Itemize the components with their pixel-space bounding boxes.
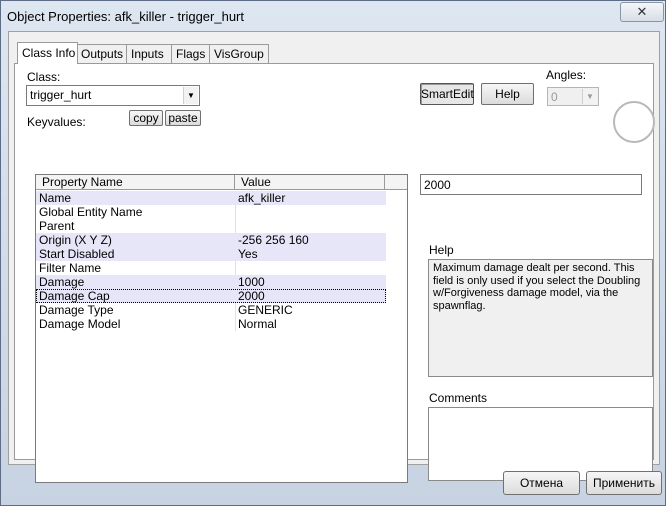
property-name: Origin (X Y Z) [39, 233, 112, 247]
comments-label: Comments [429, 391, 488, 405]
tab-class-info[interactable]: Class Info [17, 42, 78, 64]
property-name: Damage Cap [39, 289, 110, 303]
property-value: Yes [238, 247, 258, 261]
chevron-down-icon[interactable]: ▼ [183, 87, 198, 104]
value-edit-text: 2000 [424, 178, 451, 192]
paste-button[interactable]: paste [165, 110, 201, 126]
tab-outputs[interactable]: Outputs [76, 44, 129, 63]
table-row[interactable]: Parent [36, 219, 386, 233]
property-name: Parent [39, 219, 75, 233]
close-button[interactable]: ✕ [620, 2, 664, 22]
tab-flags[interactable]: Flags [171, 44, 211, 63]
property-name: Filter Name [39, 261, 102, 275]
property-name: Damage Type [39, 303, 114, 317]
property-value: GENERIC [238, 303, 293, 317]
help-text-box: Maximum damage dealt per second. This fi… [428, 259, 653, 377]
dialog-panel: Class Info Outputs Inputs Flags VisGroup… [8, 31, 660, 483]
property-name: Name [39, 191, 72, 205]
grid-header: Property Name Value [36, 175, 407, 191]
table-row[interactable]: Name afk_killer [36, 191, 386, 205]
table-row-selected[interactable]: Damage Cap 2000 [36, 289, 386, 303]
class-info-page: Class: trigger_hurt ▼ Keyvalues: copy pa… [14, 63, 655, 483]
property-name: Damage [39, 275, 85, 289]
table-row[interactable]: Global Entity Name [36, 205, 386, 219]
property-value: -256 256 160 [238, 233, 309, 247]
cancel-button[interactable]: Отмена [503, 471, 580, 495]
tab-visgroup[interactable]: VisGroup [209, 44, 269, 63]
title-bar[interactable]: Object Properties: afk_killer - trigger_… [1, 1, 665, 31]
close-icon: ✕ [636, 4, 648, 19]
copy-button[interactable]: copy [129, 110, 163, 126]
table-row[interactable]: Damage Model Normal [36, 317, 386, 331]
property-value: 1000 [238, 275, 265, 289]
angles-dial[interactable] [613, 101, 655, 143]
object-properties-window: Object Properties: afk_killer - trigger_… [0, 0, 666, 506]
apply-button[interactable]: Применить [586, 471, 662, 495]
column-header-filler [385, 175, 407, 190]
chevron-down-icon[interactable]: ▼ [582, 89, 597, 104]
comments-textarea[interactable] [428, 407, 653, 481]
column-header-property[interactable]: Property Name [36, 175, 235, 190]
value-edit-field[interactable]: 2000 [420, 174, 642, 195]
property-name: Damage Model [39, 317, 121, 331]
column-header-value[interactable]: Value [235, 175, 385, 190]
window-title: Object Properties: afk_killer - trigger_… [7, 9, 244, 24]
property-value: afk_killer [238, 191, 286, 205]
table-row[interactable]: Filter Name [36, 261, 386, 275]
help-label: Help [429, 243, 454, 257]
angles-value: 0 [551, 90, 558, 104]
property-name: Global Entity Name [39, 205, 143, 219]
table-row[interactable]: Damage 1000 [36, 275, 386, 289]
property-value: 2000 [238, 289, 265, 303]
table-row[interactable]: Origin (X Y Z) -256 256 160 [36, 233, 386, 247]
property-value: Normal [238, 317, 277, 331]
help-button[interactable]: Help [481, 83, 534, 105]
smartedit-button[interactable]: SmartEdit [420, 83, 474, 105]
class-dropdown[interactable]: trigger_hurt ▼ [26, 85, 200, 106]
keyvalues-grid: Property Name Value Name afk_killer Glob… [35, 174, 408, 483]
class-value: trigger_hurt [30, 88, 92, 102]
property-name: Start Disabled [39, 247, 115, 261]
angles-dropdown[interactable]: 0 ▼ [547, 87, 599, 106]
tab-inputs[interactable]: Inputs [126, 44, 174, 63]
class-label: Class: [27, 70, 61, 84]
angles-label: Angles: [546, 68, 587, 82]
table-row[interactable]: Damage Type GENERIC [36, 303, 386, 317]
keyvalues-label: Keyvalues: [27, 115, 86, 129]
table-row[interactable]: Start Disabled Yes [36, 247, 386, 261]
